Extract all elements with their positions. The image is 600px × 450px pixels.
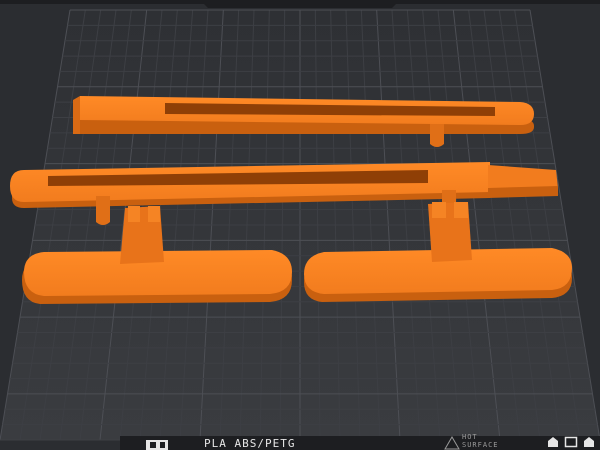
hot-surface-line1: HOT	[462, 433, 478, 441]
view-toolbar	[546, 436, 596, 448]
hot-surface-warning: HOT SURFACE	[462, 433, 499, 449]
layers-icon[interactable]	[582, 436, 596, 448]
bed-bottom-bezel	[120, 436, 600, 450]
view-box-icon[interactable]	[564, 436, 578, 448]
build-plate-view[interactable]	[0, 0, 600, 450]
material-label: PLA ABS/PETG	[204, 437, 296, 450]
viewport-3d[interactable]: PLA ABS/PETG HOT SURFACE	[0, 0, 600, 450]
hot-surface-line2: SURFACE	[462, 441, 499, 449]
home-icon[interactable]	[546, 436, 560, 448]
